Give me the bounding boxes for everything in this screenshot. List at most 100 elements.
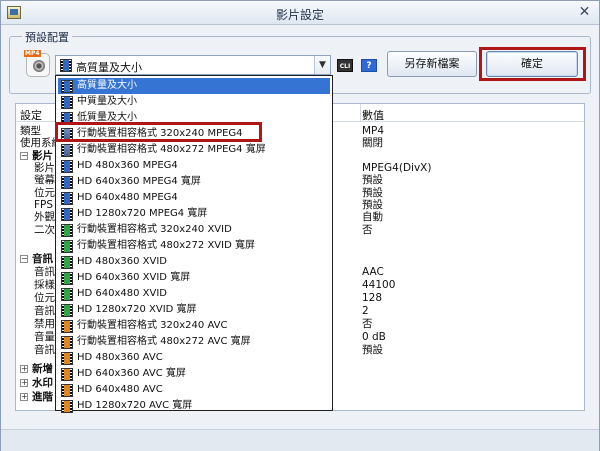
- group-label: 水印: [32, 377, 53, 389]
- dropdown-item[interactable]: HD 640x480 AVC: [58, 382, 330, 398]
- dropdown-item[interactable]: 行動裝置相容格式 320x240 AVC: [58, 318, 330, 334]
- dropdown-item[interactable]: HD 640x480 XVID: [58, 286, 330, 302]
- value-cell: 128: [362, 292, 383, 304]
- column-header-value: 數值: [362, 109, 384, 122]
- save-as-new-button[interactable]: 另存新檔案: [387, 51, 477, 77]
- dropdown-item[interactable]: 中質量及大小: [58, 94, 330, 110]
- film-icon: [61, 400, 73, 413]
- setting-cell: 禁用: [34, 318, 55, 330]
- setting-cell: 音量: [34, 331, 55, 343]
- chevron-down-icon[interactable]: ▼: [314, 56, 330, 74]
- dropdown-item[interactable]: HD 1280x720 AVC 寬屏: [58, 398, 330, 414]
- setting-cell: 外觀: [34, 211, 55, 223]
- expand-icon[interactable]: +: [20, 393, 28, 401]
- dropdown-item[interactable]: 行動裝置相容格式 320x240 XVID: [58, 222, 330, 238]
- dropdown-item[interactable]: HD 480x360 AVC: [58, 350, 330, 366]
- value-cell: 預設: [362, 174, 383, 186]
- value-cell: 2: [362, 305, 369, 317]
- value-cell: 自動: [362, 211, 383, 223]
- dropdown-item[interactable]: HD 1280x720 XVID 寬屏: [58, 302, 330, 318]
- setting-cell: 螢幕: [34, 174, 55, 186]
- dropdown-item[interactable]: HD 640x360 XVID 寬屏: [58, 270, 330, 286]
- column-header-setting: 設定: [20, 109, 42, 122]
- dropdown-item-label: 中質量及大小: [77, 96, 137, 107]
- cli-icon[interactable]: CLI: [337, 59, 353, 72]
- setting-cell: 類型: [20, 125, 41, 137]
- dropdown-item-label: 行動裝置相容格式 480x272 AVC 寬屏: [77, 336, 251, 347]
- expand-icon[interactable]: +: [20, 365, 28, 373]
- help-icon[interactable]: ?: [361, 59, 377, 72]
- value-cell: 否: [362, 224, 373, 236]
- setting-cell: 位元: [34, 187, 55, 199]
- dropdown-item[interactable]: 行動裝置相容格式 480x272 AVC 寬屏: [58, 334, 330, 350]
- dropdown-item-label: HD 640x360 MPEG4 寬屏: [77, 176, 201, 187]
- setting-cell: 採樣: [34, 279, 55, 291]
- dropdown-item-label: HD 480x360 MPEG4: [77, 160, 178, 171]
- film-icon: [61, 208, 73, 221]
- film-icon: [61, 384, 73, 397]
- film-icon: [61, 288, 73, 301]
- title-bar: 影片設定 ✕: [1, 1, 599, 25]
- value-cell: 預設: [362, 187, 383, 199]
- film-icon: [61, 320, 73, 333]
- film-icon: [61, 272, 73, 285]
- film-icon: [60, 59, 72, 72]
- dropdown-item-label: HD 1280x720 AVC 寬屏: [77, 400, 193, 411]
- film-icon: [61, 352, 73, 365]
- dropdown-item-label: HD 640x360 AVC 寬屏: [77, 368, 186, 379]
- collapse-icon[interactable]: −: [20, 255, 28, 263]
- dropdown-item[interactable]: HD 1280x720 MPEG4 寬屏: [58, 206, 330, 222]
- dropdown-item-label: HD 640x480 MPEG4: [77, 192, 178, 203]
- film-icon: [61, 224, 73, 237]
- dropdown-item-selected[interactable]: 高質量及大小: [58, 78, 330, 94]
- value-cell: 44100: [362, 279, 396, 291]
- setting-cell: 位元: [34, 292, 55, 304]
- value-cell: 預設: [362, 344, 383, 356]
- setting-cell: 影片: [34, 162, 55, 174]
- group-label: 新增: [32, 363, 53, 375]
- close-button[interactable]: ✕: [576, 4, 593, 21]
- dropdown-item-label: HD 480x360 AVC: [77, 352, 163, 363]
- value-cell: 關閉: [362, 137, 383, 149]
- setting-cell: 音訊: [34, 344, 55, 356]
- dropdown-item[interactable]: HD 640x480 MPEG4: [58, 190, 330, 206]
- mp4-preset-icon: MP4: [24, 50, 50, 77]
- film-icon: [61, 240, 73, 253]
- dialog-footer: [1, 429, 599, 451]
- expand-icon[interactable]: +: [20, 379, 28, 387]
- dropdown-item-label: 行動裝置相容格式 480x272 XVID 寬屏: [77, 240, 255, 251]
- group-label: 音訊: [32, 253, 53, 265]
- preset-selected-value: 高質量及大小: [76, 61, 142, 74]
- value-cell: MP4: [362, 125, 385, 137]
- dropdown-item[interactable]: HD 480x360 XVID: [58, 254, 330, 270]
- group-label: 影片: [32, 150, 53, 162]
- window-title: 影片設定: [275, 8, 324, 22]
- mp4-tag: MP4: [24, 50, 41, 57]
- film-icon: [61, 160, 73, 173]
- setting-cell: 音訊: [34, 305, 55, 317]
- value-cell: 預設: [362, 199, 383, 211]
- dropdown-item[interactable]: HD 640x360 MPEG4 寬屏: [58, 174, 330, 190]
- dropdown-item[interactable]: 行動裝置相容格式 480x272 MPEG4 寬屏: [58, 142, 330, 158]
- dropdown-item-label: 行動裝置相容格式 480x272 MPEG4 寬屏: [77, 144, 266, 155]
- ok-button-highlight: [479, 47, 586, 81]
- camera-lens-icon: [33, 60, 45, 72]
- setting-cell: FPS: [34, 199, 54, 211]
- column-divider[interactable]: [360, 104, 361, 122]
- dropdown-item-highlight: [55, 122, 262, 142]
- dropdown-item-label: HD 1280x720 XVID 寬屏: [77, 304, 197, 315]
- dropdown-item[interactable]: HD 640x360 AVC 寬屏: [58, 366, 330, 382]
- dropdown-item[interactable]: 行動裝置相容格式 480x272 XVID 寬屏: [58, 238, 330, 254]
- preset-combobox[interactable]: 高質量及大小 ▼: [55, 55, 331, 75]
- film-icon: [61, 368, 73, 381]
- film-icon: [61, 304, 73, 317]
- film-icon: [61, 256, 73, 269]
- film-icon: [61, 192, 73, 205]
- setting-cell: 音訊: [34, 266, 55, 278]
- film-icon: [61, 176, 73, 189]
- film-icon: [61, 336, 73, 349]
- collapse-icon[interactable]: −: [20, 152, 28, 160]
- dropdown-item-label: 高質量及大小: [77, 80, 137, 91]
- film-icon: [61, 80, 73, 93]
- dropdown-item[interactable]: HD 480x360 MPEG4: [58, 158, 330, 174]
